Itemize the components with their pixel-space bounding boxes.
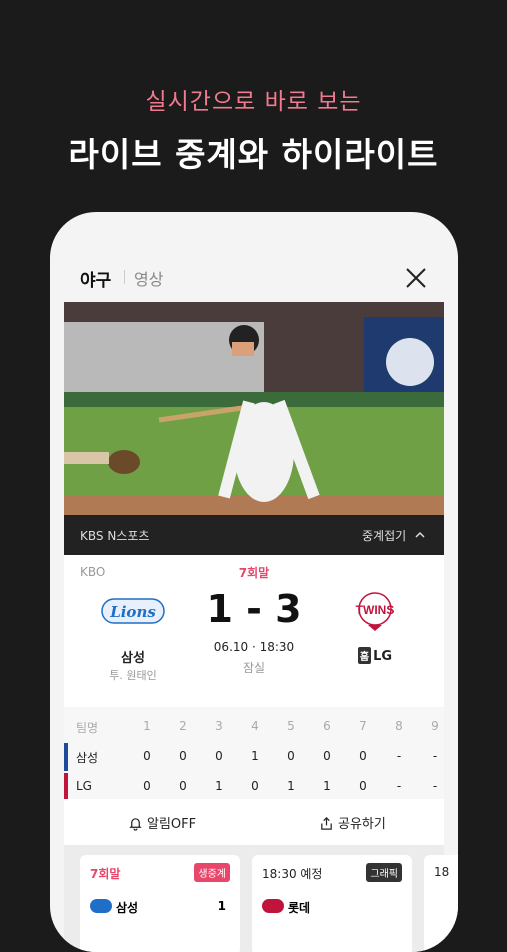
inning-score: 1 <box>251 749 259 763</box>
away-team-name: 삼성 <box>121 651 145 666</box>
table-row: 삼성 0 0 0 1 0 0 0 - - <box>64 741 444 771</box>
inning-score: - <box>396 779 402 793</box>
game-card-score: 1 <box>217 899 226 913</box>
inning-score: - <box>432 749 438 763</box>
inning-score: 0 <box>359 779 367 793</box>
inning-header: 7 <box>359 719 367 733</box>
team-color-bar <box>64 743 68 771</box>
inning-header: 4 <box>251 719 259 733</box>
box-score-table: 팀명 1 2 3 4 5 6 7 8 9 삼성 0 0 0 1 0 0 0 - … <box>64 707 444 801</box>
game-card[interactable]: 18 <box>424 855 458 952</box>
action-bar: 알림OFF 공유하기 <box>64 799 444 845</box>
inning-score: 0 <box>179 779 187 793</box>
team-color-bar <box>64 773 68 801</box>
phone-frame: 야구 영상 KBS N스포츠 중계접기 KBO 7회말 1 - 3 06.10 … <box>50 212 458 952</box>
game-list: 7회말 생중계 삼성 1 18:30 예정 그래픽 롯데 18 <box>64 845 458 952</box>
promo-title: 라이브 중계와 하이라이트 <box>68 135 439 174</box>
tab-divider <box>124 270 125 284</box>
game-card[interactable]: 7회말 생중계 삼성 1 <box>80 855 240 952</box>
promo-subtitle: 실시간으로 바로 보는 <box>145 89 362 115</box>
inning-score: 0 <box>359 749 367 763</box>
broadcast-channel: KBS N스포츠 <box>80 529 150 543</box>
row-team-name: LG <box>76 779 92 793</box>
away-logo-text: Lions <box>109 603 156 621</box>
lions-logo-icon: Lions <box>101 598 165 624</box>
broadcast-bar: KBS N스포츠 중계접기 <box>64 515 444 555</box>
top-bar: 야구 영상 <box>64 252 444 300</box>
home-badge: 홈 <box>357 647 372 664</box>
inning-header: 3 <box>215 719 223 733</box>
home-team-label: LG <box>373 649 393 664</box>
table-row: LG 0 0 1 0 1 1 0 - - <box>64 771 444 801</box>
graphic-badge: 그래픽 <box>366 863 402 882</box>
chevron-up-icon <box>415 531 425 538</box>
team-column-header: 팀명 <box>76 721 99 735</box>
inning-score: - <box>432 779 438 793</box>
inning-score: 0 <box>179 749 187 763</box>
game-card-status: 7회말 <box>90 867 121 881</box>
share-button[interactable]: 공유하기 <box>319 813 386 832</box>
row-team-name: 삼성 <box>76 751 99 765</box>
inning-score: - <box>396 749 402 763</box>
inning-header: 5 <box>287 719 295 733</box>
inning-header: 9 <box>431 719 439 733</box>
fold-broadcast-button[interactable]: 중계접기 <box>362 527 426 544</box>
live-video-player[interactable] <box>64 302 444 515</box>
game-card[interactable]: 18:30 예정 그래픽 롯데 <box>252 855 412 952</box>
inning-score: 0 <box>287 749 295 763</box>
live-badge: 생중계 <box>194 863 230 882</box>
away-pitcher: 투. 원태인 <box>109 669 157 682</box>
box-score-header: 팀명 1 2 3 4 5 6 7 8 9 <box>64 711 444 741</box>
share-icon <box>321 817 332 830</box>
home-team-name: 홈 LG <box>315 647 435 664</box>
home-logo-text: TWINS <box>356 603 395 617</box>
inning-status: 7회말 <box>238 566 270 580</box>
alarm-label: 알림OFF <box>147 817 197 832</box>
game-card-team: 삼성 <box>116 901 139 915</box>
tab-baseball[interactable]: 야구 <box>80 266 111 291</box>
inning-header: 6 <box>323 719 331 733</box>
giants-logo-icon <box>262 899 284 913</box>
twins-logo-icon: TWINS <box>356 592 395 631</box>
inning-header: 8 <box>395 719 403 733</box>
tab-video[interactable]: 영상 <box>134 266 163 290</box>
game-card-status: 18 <box>434 865 450 879</box>
game-score-card: KBO 7회말 1 - 3 06.10 · 18:30 잠실 Lions 삼성 … <box>64 555 444 707</box>
fold-label: 중계접기 <box>362 529 407 543</box>
inning-score: 0 <box>215 749 223 763</box>
inning-score: 1 <box>215 779 223 793</box>
game-card-status: 18:30 예정 <box>262 867 323 881</box>
game-card-team: 롯데 <box>288 901 311 915</box>
inning-score: 0 <box>323 749 331 763</box>
close-icon[interactable] <box>402 264 430 292</box>
inning-header: 2 <box>179 719 187 733</box>
inning-score: 1 <box>323 779 331 793</box>
alarm-toggle-button[interactable]: 알림OFF <box>128 813 196 832</box>
inning-score: 0 <box>143 779 151 793</box>
inning-score: 0 <box>143 749 151 763</box>
inning-score: 0 <box>251 779 259 793</box>
inning-score: 1 <box>287 779 295 793</box>
inning-header: 1 <box>143 719 151 733</box>
share-label: 공유하기 <box>338 817 386 832</box>
lions-logo-icon <box>90 899 112 913</box>
bell-icon <box>129 818 142 831</box>
